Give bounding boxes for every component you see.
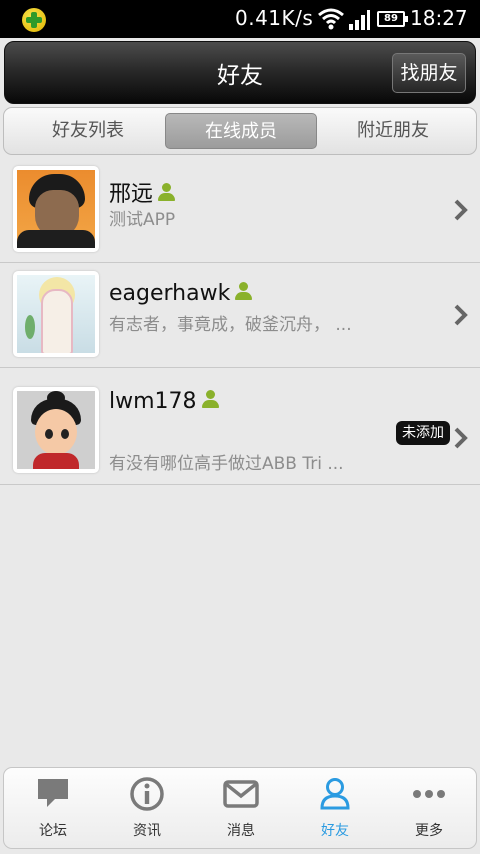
friend-description: 测试APP [109, 210, 176, 230]
person-icon [201, 390, 220, 408]
person-icon [320, 778, 350, 810]
nav-more-label: 更多 [415, 823, 443, 839]
friend-list: 邢远 测试APP eagerhawk 有志者，事竟成，破釜沉舟， ... lwm… [0, 158, 480, 485]
chevron-right-icon [454, 304, 468, 326]
friend-name-row: eagerhawk [109, 281, 253, 306]
status-bar: 0.41K/s 89 18:27 [0, 0, 480, 38]
clock: 18:27 [410, 6, 468, 30]
list-item[interactable]: 邢远 测试APP [0, 158, 480, 263]
nav-messages-label: 消息 [227, 823, 255, 839]
chevron-right-icon [454, 199, 468, 221]
info-icon [130, 777, 164, 811]
tab-nearby-friends[interactable]: 附近朋友 [317, 113, 469, 149]
chevron-right-icon [454, 427, 468, 449]
bottom-nav: 论坛 资讯 消息 好友 更多 [3, 767, 477, 849]
friend-tabs: 好友列表 在线成员 附近朋友 [3, 107, 477, 155]
speech-bubble-icon [38, 779, 68, 807]
envelope-icon [223, 780, 259, 808]
friend-description: 有志者，事竟成，破釜沉舟， ... [109, 315, 352, 335]
nav-forum-label: 论坛 [39, 823, 67, 839]
battery-icon: 89 [377, 11, 408, 27]
avatar-photo [17, 275, 95, 353]
friend-name: lwm178 [109, 389, 197, 414]
list-item[interactable]: lwm178 未添加 有没有哪位高手做过ABB Tri ... [0, 368, 480, 485]
list-item[interactable]: eagerhawk 有志者，事竟成，破釜沉舟， ... [0, 263, 480, 368]
tab-friend-list[interactable]: 好友列表 [12, 113, 164, 149]
avatar[interactable] [13, 387, 99, 473]
tab-online-members[interactable]: 在线成员 [165, 113, 317, 149]
title-bar: 好友 找朋友 [4, 41, 476, 104]
nav-news-label: 资讯 [133, 823, 161, 839]
friend-name-row: 邢远 [109, 176, 176, 208]
more-dots-icon [413, 790, 445, 798]
person-icon [157, 183, 176, 201]
avatar-photo [17, 170, 95, 248]
app-notification-icon [22, 8, 46, 32]
nav-friends-label: 好友 [321, 823, 349, 839]
avatar[interactable] [13, 271, 99, 357]
nav-messages[interactable]: 消息 [194, 768, 288, 848]
signal-icon [349, 10, 370, 30]
friend-name: 邢远 [109, 182, 154, 207]
person-icon [234, 282, 253, 300]
nav-forum[interactable]: 论坛 [6, 768, 100, 848]
avatar[interactable] [13, 166, 99, 252]
network-speed: 0.41K/s [235, 6, 314, 30]
nav-friends[interactable]: 好友 [288, 768, 382, 848]
nav-news[interactable]: 资讯 [100, 768, 194, 848]
not-added-badge: 未添加 [396, 421, 450, 445]
friend-description: 有没有哪位高手做过ABB Tri ... [109, 454, 344, 474]
wifi-icon [318, 8, 344, 30]
nav-more[interactable]: 更多 [382, 768, 476, 848]
friend-name-row: lwm178 [109, 389, 220, 414]
find-friends-button[interactable]: 找朋友 [392, 53, 466, 93]
friend-name: eagerhawk [109, 281, 231, 306]
avatar-photo [17, 391, 95, 469]
